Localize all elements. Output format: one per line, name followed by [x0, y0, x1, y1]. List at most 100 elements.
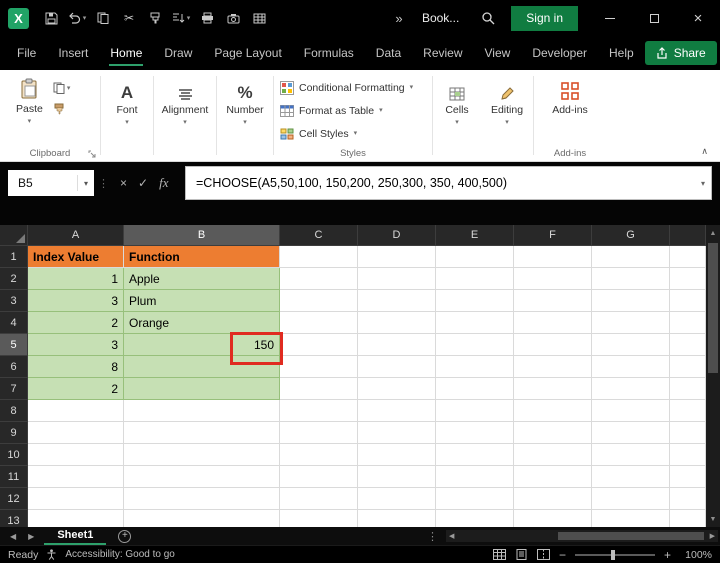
row-header-4[interactable]: 4: [0, 312, 28, 334]
enter-button[interactable]: ✓: [138, 176, 148, 190]
cell-B5[interactable]: 150: [124, 334, 280, 356]
cell-partial-3[interactable]: [670, 290, 706, 312]
cell-C2[interactable]: [280, 268, 358, 290]
copy-small-button[interactable]: ▾: [53, 82, 71, 94]
save-button[interactable]: [40, 4, 62, 32]
name-box[interactable]: B5 ▾: [8, 170, 94, 196]
cell-G4[interactable]: [592, 312, 670, 334]
cell-F8[interactable]: [514, 400, 592, 422]
horizontal-scrollbar[interactable]: ◀ ▶: [446, 530, 718, 542]
cell-G10[interactable]: [592, 444, 670, 466]
cell-E3[interactable]: [436, 290, 514, 312]
cell-F12[interactable]: [514, 488, 592, 510]
column-header-D[interactable]: D: [358, 225, 436, 246]
cell-D7[interactable]: [358, 378, 436, 400]
cell-E11[interactable]: [436, 466, 514, 488]
cell-F5[interactable]: [514, 334, 592, 356]
cell-C1[interactable]: [280, 246, 358, 268]
chevron-down-icon[interactable]: ▾: [77, 175, 94, 191]
vertical-scroll-thumb[interactable]: [708, 243, 718, 373]
cell-A6[interactable]: 8: [28, 356, 124, 378]
cell-partial-11[interactable]: [670, 466, 706, 488]
number-group-button[interactable]: % Number ▾: [217, 70, 273, 161]
sort-button[interactable]: ▾: [170, 4, 192, 32]
normal-view-button[interactable]: [493, 549, 506, 560]
cell-G13[interactable]: [592, 510, 670, 527]
cell-D10[interactable]: [358, 444, 436, 466]
cell-E6[interactable]: [436, 356, 514, 378]
cell-D4[interactable]: [358, 312, 436, 334]
font-group-button[interactable]: A Font ▾: [101, 70, 153, 161]
cell-F13[interactable]: [514, 510, 592, 527]
cell-G6[interactable]: [592, 356, 670, 378]
cell-C9[interactable]: [280, 422, 358, 444]
cell-G12[interactable]: [592, 488, 670, 510]
cell-E9[interactable]: [436, 422, 514, 444]
scroll-left-icon[interactable]: ◀: [449, 532, 454, 540]
cell-A3[interactable]: 3: [28, 290, 124, 312]
menu-tab-developer[interactable]: Developer: [521, 36, 598, 70]
row-header-3[interactable]: 3: [0, 290, 28, 312]
row-header-9[interactable]: 9: [0, 422, 28, 444]
cancel-button[interactable]: ×: [120, 176, 127, 190]
scroll-up-icon[interactable]: ▲: [706, 225, 720, 241]
cell-partial-1[interactable]: [670, 246, 706, 268]
cell-C10[interactable]: [280, 444, 358, 466]
menu-tab-insert[interactable]: Insert: [47, 36, 99, 70]
cell-F2[interactable]: [514, 268, 592, 290]
cell-E5[interactable]: [436, 334, 514, 356]
cell-E4[interactable]: [436, 312, 514, 334]
horizontal-scroll-thumb[interactable]: [558, 532, 704, 540]
cell-A7[interactable]: 2: [28, 378, 124, 400]
menu-tab-data[interactable]: Data: [365, 36, 412, 70]
scroll-down-icon[interactable]: ▼: [706, 511, 720, 527]
cell-D9[interactable]: [358, 422, 436, 444]
cell-D3[interactable]: [358, 290, 436, 312]
cell-partial-6[interactable]: [670, 356, 706, 378]
cell-partial-2[interactable]: [670, 268, 706, 290]
maximize-button[interactable]: [632, 0, 676, 36]
cell-B13[interactable]: [124, 510, 280, 527]
column-header-B[interactable]: B: [124, 225, 280, 246]
format-painter-button[interactable]: [144, 4, 166, 32]
cell-C6[interactable]: [280, 356, 358, 378]
cell-B8[interactable]: [124, 400, 280, 422]
cell-A4[interactable]: 2: [28, 312, 124, 334]
cells-group-button[interactable]: Cells ▾: [433, 70, 481, 161]
cell-D5[interactable]: [358, 334, 436, 356]
cell-C8[interactable]: [280, 400, 358, 422]
cell-G1[interactable]: [592, 246, 670, 268]
page-layout-view-button[interactable]: [515, 549, 528, 560]
cell-D1[interactable]: [358, 246, 436, 268]
cell-partial-9[interactable]: [670, 422, 706, 444]
cell-D11[interactable]: [358, 466, 436, 488]
column-header-partial[interactable]: [670, 225, 706, 246]
cell-C7[interactable]: [280, 378, 358, 400]
row-header-5[interactable]: 5: [0, 334, 28, 356]
cell-B9[interactable]: [124, 422, 280, 444]
cell-D6[interactable]: [358, 356, 436, 378]
sheet-tab-sheet1[interactable]: Sheet1: [44, 527, 106, 545]
cell-F6[interactable]: [514, 356, 592, 378]
cell-F3[interactable]: [514, 290, 592, 312]
format-as-table-button[interactable]: Format as Table ▾: [280, 101, 432, 120]
cell-F7[interactable]: [514, 378, 592, 400]
row-header-8[interactable]: 8: [0, 400, 28, 422]
cell-F1[interactable]: [514, 246, 592, 268]
addins-group[interactable]: Add-ins Add-ins: [534, 70, 606, 161]
cell-B12[interactable]: [124, 488, 280, 510]
page-break-view-button[interactable]: [537, 549, 550, 560]
row-header-1[interactable]: 1: [0, 246, 28, 268]
cell-A11[interactable]: [28, 466, 124, 488]
insert-function-button[interactable]: fx: [159, 175, 168, 191]
column-header-F[interactable]: F: [514, 225, 592, 246]
zoom-slider-thumb[interactable]: [611, 550, 615, 560]
row-header-12[interactable]: 12: [0, 488, 28, 510]
cell-C5[interactable]: [280, 334, 358, 356]
menu-tab-home[interactable]: Home: [99, 36, 153, 70]
cell-C13[interactable]: [280, 510, 358, 527]
zoom-out-button[interactable]: −: [559, 549, 566, 561]
clipboard-dialog-launcher[interactable]: [88, 150, 96, 158]
format-painter-small-button[interactable]: [53, 103, 71, 115]
cell-G3[interactable]: [592, 290, 670, 312]
